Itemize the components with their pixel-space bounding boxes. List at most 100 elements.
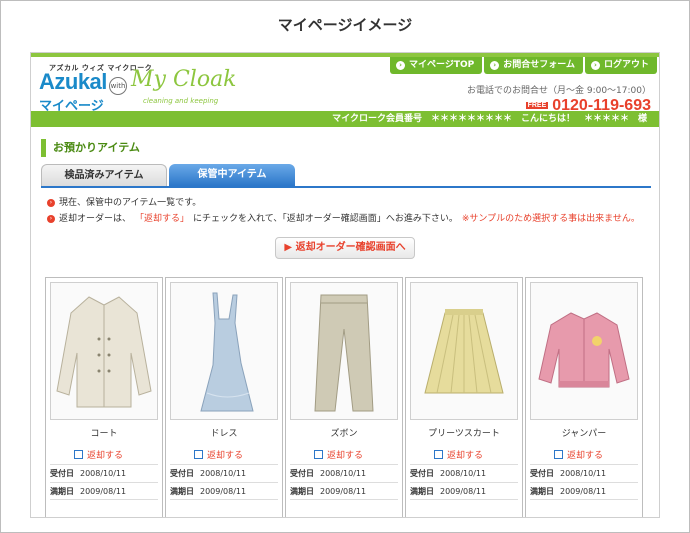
item-image[interactable] [530,282,638,420]
checkbox-icon[interactable] [314,450,323,459]
checkbox-icon[interactable] [554,450,563,459]
received-label: 受付日 [410,469,434,478]
item-card: コート 返却する 受付日 2008/10/11 満期日 2009/08/11 [45,277,163,517]
logo-mycloak: My Cloak [131,67,237,92]
expiry-label: 満期日 [530,487,554,496]
checkbox-icon[interactable] [434,450,443,459]
expiry-date: 2009/08/11 [560,487,607,496]
logo-with-badge: with [109,77,127,95]
item-card: ドレス 返却する 受付日 2008/10/11 満期日 2009/08/11 [165,277,283,517]
note-text: 現在、保管中のアイテム一覧です。 [59,198,202,208]
received-date: 2008/10/11 [440,469,487,478]
jumper-image [538,312,630,388]
bullet-icon: › [47,199,55,207]
return-checkbox[interactable]: 返却する [434,448,483,461]
note-warning: ※サンプルのため選択する事は出来ません。 [461,214,640,224]
arrow-circle-icon: › [490,61,500,70]
received-label: 受付日 [50,469,74,478]
expiry-date: 2009/08/11 [320,487,367,496]
note-highlight: 「返却する」 [135,214,190,224]
checkbox-icon[interactable] [194,450,203,459]
return-checkbox[interactable]: 返却する [314,448,363,461]
expiry-date-row: 満期日 2009/08/11 [50,482,158,500]
expiry-date-row: 満期日 2009/08/11 [170,482,278,500]
free-dial-badge: FREE [525,102,549,109]
page-title: マイページイメージ [277,16,413,34]
note-line: › 現在、保管中のアイテム一覧です。 [47,195,640,211]
return-label: 返却する [207,451,244,461]
return-checkbox[interactable]: 返却する [554,448,603,461]
arrow-circle-icon: › [590,61,600,70]
pants-image [314,294,374,412]
received-date-row: 受付日 2008/10/11 [410,464,518,482]
return-checkbox[interactable]: 返却する [194,448,243,461]
nav-mypage-top-button[interactable]: › マイページTOP [390,57,483,74]
expiry-date: 2009/08/11 [80,487,127,496]
item-name: コート [90,429,118,439]
return-order-confirm-button[interactable]: ▶ 返却オーダー確認画面へ [275,237,415,259]
dress-image [200,292,254,412]
pants-shape [314,294,374,412]
expiry-label: 満期日 [410,487,434,496]
item-image[interactable] [170,282,278,420]
item-name: ズボン [330,429,358,439]
item-name: ジャンパー [561,429,607,439]
item-tabs: 検品済みアイテム 保管中アイテム [41,164,651,188]
notes: › 現在、保管中のアイテム一覧です。 › 返却オーダーは、 「返却する」 にチェック… [47,195,640,227]
item-name: ドレス [210,429,238,439]
expiry-date-row: 満期日 2009/08/11 [290,482,398,500]
received-date: 2008/10/11 [200,469,247,478]
nav-contact-form-button[interactable]: › お問合せフォーム [484,57,583,74]
received-label: 受付日 [530,469,554,478]
note-text: 返却オーダーは、 [59,214,132,224]
expiry-date-row: 満期日 2009/08/11 [410,482,518,500]
tab-inspected-items[interactable]: 検品済みアイテム [41,164,167,186]
expiry-date: 2009/08/11 [440,487,487,496]
coat-image [56,296,152,408]
received-date-row: 受付日 2008/10/11 [170,464,278,482]
expiry-label: 満期日 [170,487,194,496]
logo-tagline: cleaning and keeping [143,97,219,105]
tab-stored-items[interactable]: 保管中アイテム [169,164,295,186]
nav-label: お問合せフォーム [503,60,575,70]
received-date: 2008/10/11 [80,469,127,478]
expiry-label: 満期日 [50,487,74,496]
return-label: 返却する [327,451,364,461]
return-checkbox[interactable]: 返却する [74,448,123,461]
expiry-date-row: 満期日 2009/08/11 [530,482,638,500]
item-card: ズボン 返却する 受付日 2008/10/11 満期日 2009/08/11 [285,277,403,517]
logo-azukal: Azukal [39,69,107,94]
received-label: 受付日 [170,469,194,478]
nav-label: ログアウト [603,60,649,70]
checkbox-icon[interactable] [74,450,83,459]
note-text: にチェックを入れて、「返却オーダー確認画面」へお進み下さい。 [193,214,458,224]
site-window: アズカル ウィズ マイクローク Azukal with My Cloak cle… [30,52,660,518]
item-image[interactable] [410,282,518,420]
nav-logout-button[interactable]: › ログアウト [584,57,657,74]
received-date: 2008/10/11 [560,469,607,478]
item-card: プリーツスカート 返却する 受付日 2008/10/11 満期日 2009/08… [405,277,523,517]
contact-hours: お電話でのお問合せ（月〜金 9:00〜17:00） [466,86,651,96]
expiry-date: 2009/08/11 [200,487,247,496]
received-date-row: 受付日 2008/10/11 [290,464,398,482]
return-label: 返却する [447,451,484,461]
bullet-icon: › [47,215,55,223]
expiry-label: 満期日 [290,487,314,496]
section-title: お預かりアイテム [41,139,140,157]
skirt-image [424,309,504,394]
item-image[interactable] [50,282,158,420]
item-list: コート 返却する 受付日 2008/10/11 満期日 2009/08/11 ド… [45,277,643,517]
header-nav: › マイページTOP › お問合せフォーム › ログアウト [390,57,657,74]
received-date: 2008/10/11 [320,469,367,478]
arrow-circle-icon: › [396,61,406,70]
item-card: ジャンパー 返却する 受付日 2008/10/11 満期日 2009/08/11 [525,277,643,517]
item-image[interactable] [290,282,398,420]
note-line: › 返却オーダーは、 「返却する」 にチェックを入れて、「返却オーダー確認画面」へお… [47,211,640,227]
received-date-row: 受付日 2008/10/11 [50,464,158,482]
nav-label: マイページTOP [409,60,475,70]
return-label: 返却する [567,451,604,461]
item-name: プリーツスカート [428,429,500,439]
member-bar: マイクローク会員番号 ＊＊＊＊＊＊＊＊＊ こんにちは！ ＊＊＊＊＊ 様 [31,111,659,127]
return-label: 返却する [87,451,124,461]
received-date-row: 受付日 2008/10/11 [530,464,638,482]
